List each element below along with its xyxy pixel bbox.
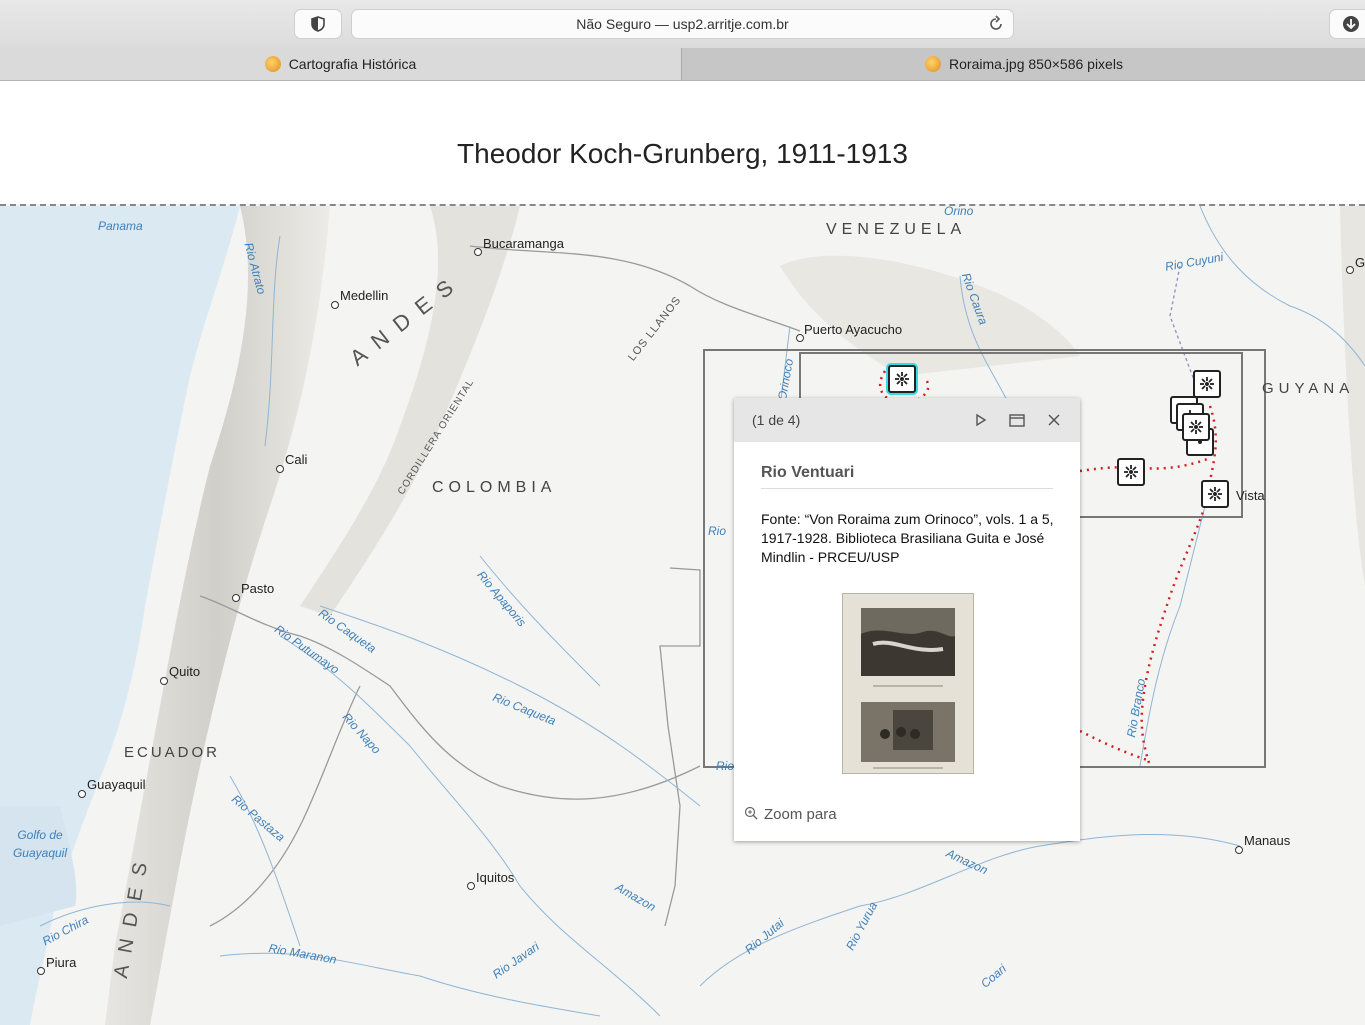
close-icon[interactable] [1046,412,1062,428]
city-dot [276,465,284,473]
favicon-icon [925,56,942,72]
popup-feature-count: (1 de 4) [752,412,801,428]
city-dot [1235,846,1243,854]
city-label: Manaus [1244,833,1291,848]
city-dot [467,882,475,890]
photo-marker-selected[interactable] [888,365,916,393]
photo-marker[interactable] [1201,480,1229,508]
downloads-button[interactable] [1330,10,1365,38]
historical-photo[interactable] [842,593,974,774]
address-text: Não Seguro — usp2.arritje.com.br [576,16,789,32]
country-label-venezuela: VENEZUELA [826,221,967,238]
city-dot [1346,266,1354,274]
city-dot [160,677,168,685]
city-dot [37,967,45,975]
photo-marker[interactable] [1193,370,1221,398]
city-label: Pasto [241,581,275,596]
tab-label: Roraima.jpg 850×586 pixels [949,56,1123,72]
city-label: Medellin [340,288,389,303]
city-label: Piura [46,955,77,970]
dock-icon[interactable] [1009,412,1025,428]
river-label: Rio [716,759,735,773]
popup-source-text: Fonte: “Von Roraima zum Orinoco”, vols. … [761,511,1054,565]
country-label-ecuador: ECUADOR [124,744,221,761]
photo-marker[interactable] [1117,458,1145,486]
camera-burst-icon [895,372,909,386]
photo-marker[interactable] [1182,413,1210,441]
photo-plates [861,608,955,769]
city-label: Cali [285,452,308,467]
water-label: Panama [98,219,143,233]
favicon-icon [264,56,281,72]
tab-cartografia[interactable]: Cartografia Histórica [0,48,681,80]
zoom-to-button[interactable]: Zoom para [744,806,837,823]
country-label-guyana: GUYANA [1262,380,1355,397]
city-dot [331,301,339,309]
zoom-to-label: Zoom para [764,806,837,823]
divider [761,488,1053,489]
water-label: Golfo de Guayaquil [12,828,68,860]
river-label: Rio [708,524,727,538]
city-label: G [1355,255,1365,270]
city-dot [232,594,240,602]
city-label: Bucaramanga [483,236,564,251]
browser-toolbar: Não Seguro — usp2.arritje.com.br [0,0,1365,48]
city-label: Puerto Ayacucho [804,322,903,337]
tab-label: Cartografia Histórica [288,56,417,72]
country-label-colombia: COLOMBIA [432,479,557,496]
city-label: Quito [169,664,201,679]
popup-header: (1 de 4) [734,398,1080,442]
tab-bar: Cartografia Histórica Roraima.jpg 850×58… [0,48,1365,81]
page-title: Theodor Koch-Grunberg, 1911-1913 [457,138,908,169]
city-dot [474,248,482,256]
city-label: Vista [1236,488,1265,503]
camera-burst-icon [1208,487,1222,501]
privacy-button[interactable] [295,10,341,38]
tab-roraima-image[interactable]: Roraima.jpg 850×586 pixels [681,48,1365,80]
address-bar[interactable]: Não Seguro — usp2.arritje.com.br [352,10,1013,38]
popup-title: Rio Ventuari [761,464,855,481]
shield-icon [311,16,325,32]
reload-icon[interactable] [987,15,1005,33]
map-basemap [0,206,1365,1025]
city-dot [78,790,86,798]
feature-popup: (1 de 4) Rio Ventuari Fonte: “Von Roraim… [734,398,1080,841]
map-view[interactable]: Panama Golfo de Guayaquil VENEZUELA COLO… [0,204,1365,1025]
city-label: Iquitos [476,870,515,885]
next-feature-icon[interactable] [974,412,988,428]
camera-burst-icon [1124,465,1138,479]
city-dot [796,334,804,342]
download-icon [1343,16,1359,32]
zoom-in-icon [744,806,758,820]
camera-burst-icon [1189,420,1203,434]
city-label: Guayaquil [87,777,146,792]
river-label: Orino [944,204,974,218]
camera-burst-icon [1200,377,1214,391]
